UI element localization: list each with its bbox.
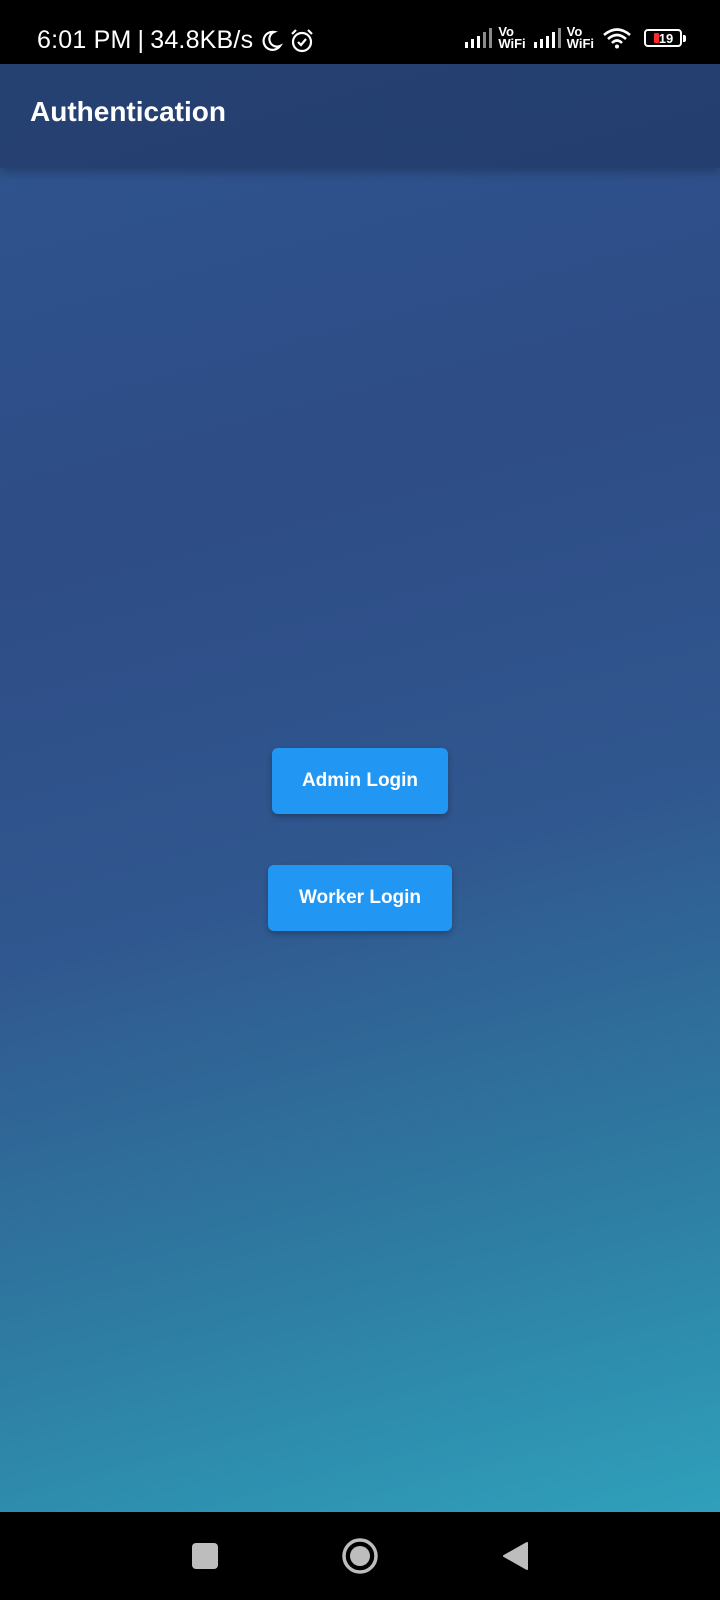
worker-login-button[interactable]: Worker Login bbox=[268, 865, 452, 931]
screen: 6:01 PM | 34.8KB/s Vo WiFi Vo WiFi 19 Au… bbox=[0, 0, 720, 1600]
status-time: 6:01 PM bbox=[37, 26, 132, 54]
status-left: 6:01 PM | 34.8KB/s bbox=[37, 26, 315, 55]
vowifi-indicator: Vo WiFi bbox=[566, 25, 594, 51]
back-icon bbox=[501, 1541, 529, 1571]
vowifi-indicator: Vo WiFi bbox=[498, 25, 526, 51]
battery-level: 19 bbox=[658, 30, 674, 46]
system-nav-bar bbox=[0, 1512, 720, 1600]
app-bar: Authentication bbox=[0, 64, 720, 168]
wifi-icon bbox=[602, 27, 632, 49]
signal-icon bbox=[465, 28, 493, 48]
app-body: Authentication Admin Login Worker Login bbox=[0, 64, 720, 1512]
recent-apps-icon bbox=[191, 1542, 219, 1570]
moon-icon bbox=[259, 29, 284, 53]
signal-icon bbox=[533, 28, 561, 48]
status-bar: 6:01 PM | 34.8KB/s Vo WiFi Vo WiFi 19 bbox=[0, 0, 720, 64]
battery-icon: 19 bbox=[644, 29, 686, 47]
page-title: Authentication bbox=[30, 96, 226, 127]
status-right: Vo WiFi Vo WiFi 19 bbox=[465, 25, 686, 51]
admin-login-button[interactable]: Admin Login bbox=[272, 748, 448, 814]
status-separator: | bbox=[137, 26, 145, 54]
status-net-speed: 34.8KB/s bbox=[150, 26, 254, 54]
back-button[interactable] bbox=[490, 1512, 540, 1600]
home-icon bbox=[341, 1537, 379, 1575]
home-button[interactable] bbox=[335, 1512, 385, 1600]
vowifi-bottom: WiFi bbox=[498, 36, 526, 51]
recent-apps-button[interactable] bbox=[180, 1512, 230, 1600]
alarm-icon bbox=[289, 28, 315, 54]
vowifi-bottom: WiFi bbox=[566, 36, 594, 51]
